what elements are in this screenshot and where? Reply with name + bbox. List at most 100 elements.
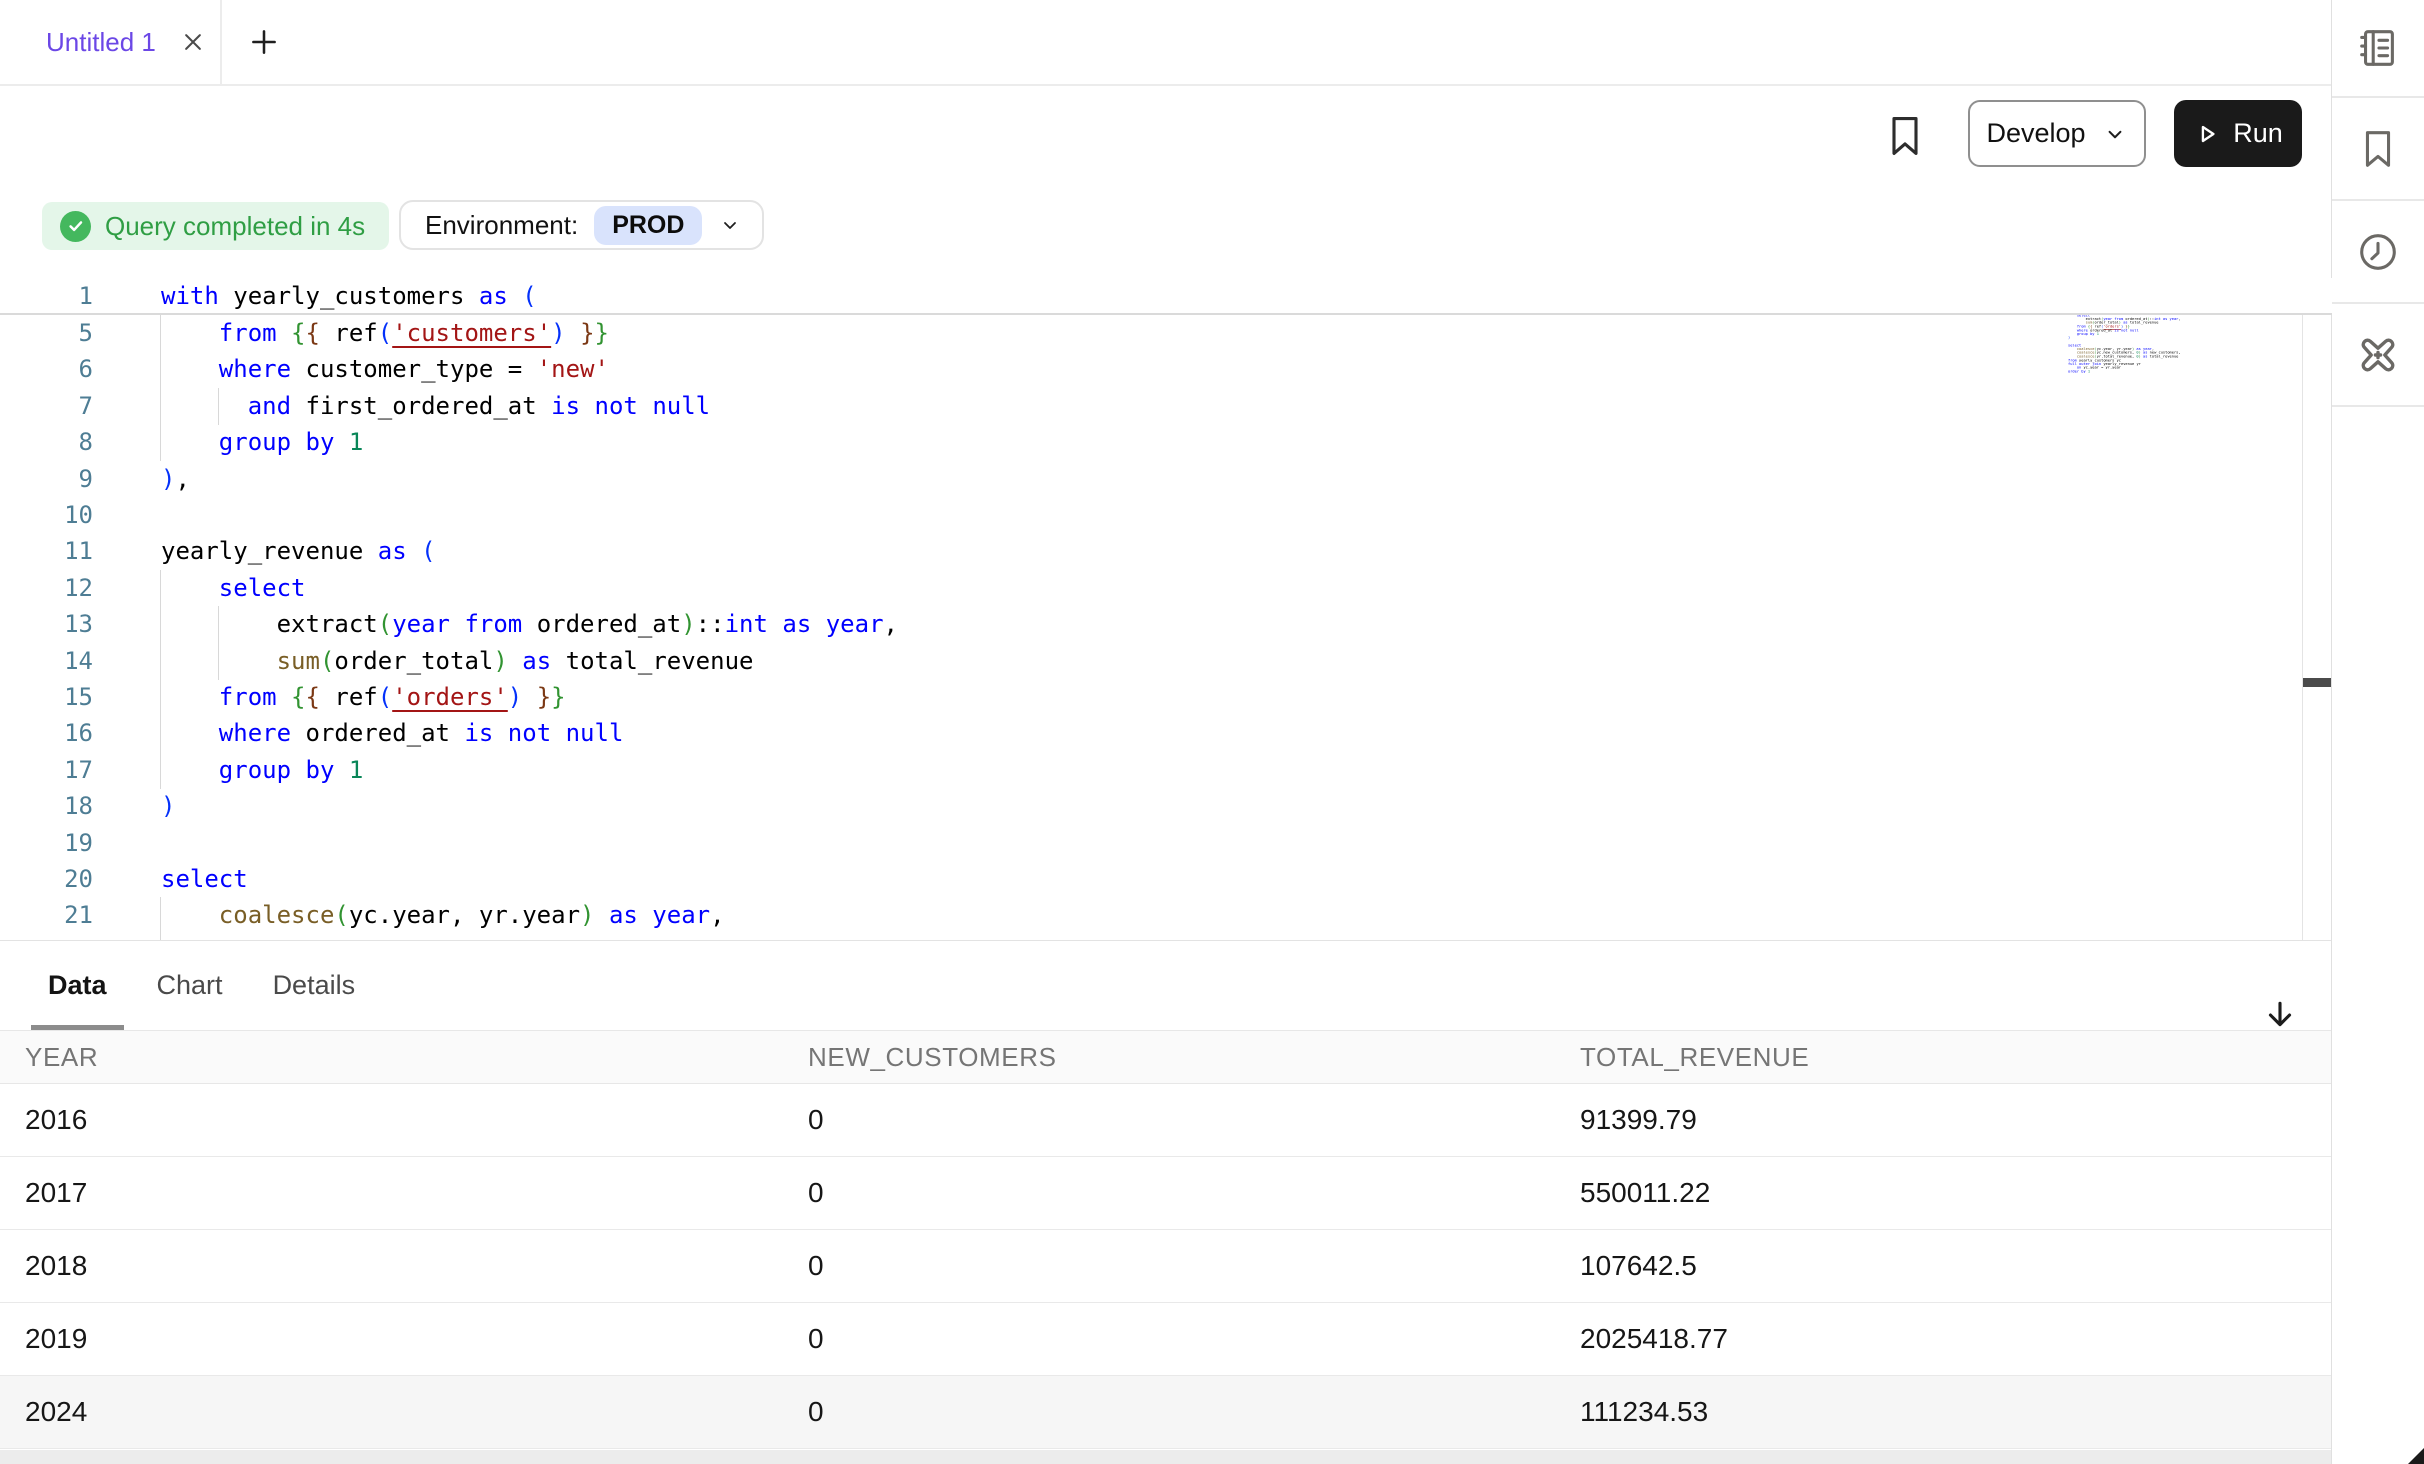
code-line[interactable]: 21 coalesce(yc.year, yr.year) as year, xyxy=(0,897,2332,934)
table-row: 2018 0 107642.5 xyxy=(0,1230,2332,1303)
chevron-down-icon xyxy=(718,213,742,237)
develop-dropdown[interactable]: Develop xyxy=(1968,100,2146,167)
bookmark-button[interactable] xyxy=(1883,112,1927,160)
tab-untitled-1[interactable]: Untitled 1 xyxy=(0,0,222,84)
tab-chart[interactable]: Chart xyxy=(157,940,223,1030)
code-line[interactable]: 16 where ordered_at is not null xyxy=(0,715,2332,752)
code-editor[interactable]: 5 from {{ ref('customers') }}6 where cus… xyxy=(0,278,2332,940)
line-number: 18 xyxy=(0,788,93,825)
sidebar-item-history[interactable] xyxy=(2332,201,2424,304)
bookmark-icon xyxy=(1883,112,1927,160)
table-cell: 0 xyxy=(808,1157,824,1229)
environment-label: Environment: xyxy=(425,210,578,241)
new-tab-button[interactable] xyxy=(232,0,296,84)
code-line[interactable]: 20select xyxy=(0,861,2332,898)
code-line[interactable]: 7 and first_ordered_at is not null xyxy=(0,388,2332,425)
tab-data[interactable]: Data xyxy=(48,940,107,1030)
column-header: TOTAL_REVENUE xyxy=(1580,1031,1809,1084)
scrollbar-cursor-marker xyxy=(2303,678,2332,687)
app-window: Untitled 1 Develop xyxy=(0,0,2424,1464)
code-line[interactable]: 15 from {{ ref('orders') }} xyxy=(0,679,2332,716)
code-line[interactable]: 5 from {{ ref('customers') }} xyxy=(0,315,2332,352)
code-line[interactable]: 13 extract(year from ordered_at)::int as… xyxy=(0,606,2332,643)
main-panel: Untitled 1 Develop xyxy=(0,0,2332,1464)
line-number: 9 xyxy=(0,461,93,498)
plus-icon xyxy=(247,25,281,59)
line-number: 6 xyxy=(0,351,93,388)
table-cell: 0 xyxy=(808,1303,824,1375)
code-line[interactable]: 6 where customer_type = 'new' xyxy=(0,351,2332,388)
table-cell: 107642.5 xyxy=(1580,1230,1697,1302)
code-line[interactable]: 12 select xyxy=(0,570,2332,607)
table-row: 2019 0 2025418.77 xyxy=(0,1303,2332,1376)
table-cell: 0 xyxy=(808,1230,824,1302)
code-line[interactable]: 18) xyxy=(0,788,2332,825)
table-cell: 2016 xyxy=(25,1084,87,1156)
bookmark-icon xyxy=(2355,126,2401,172)
line-number: 12 xyxy=(0,570,93,607)
code-line[interactable]: 9), xyxy=(0,461,2332,498)
code-line[interactable]: 10 xyxy=(0,497,2332,534)
column-header: YEAR xyxy=(25,1031,98,1084)
tab-label: Untitled 1 xyxy=(46,27,156,58)
code-line[interactable]: 17 group by 1 xyxy=(0,752,2332,789)
table-cell: 91399.79 xyxy=(1580,1084,1697,1156)
line-number: 20 xyxy=(0,861,93,898)
develop-label: Develop xyxy=(1986,118,2085,149)
chevron-down-icon xyxy=(2102,121,2128,147)
line-number: 13 xyxy=(0,606,93,643)
table-cell: 111234.53 xyxy=(1580,1376,1708,1448)
line-number: 7 xyxy=(0,388,93,425)
tab-details[interactable]: Details xyxy=(273,940,356,1030)
table-cell: 2017 xyxy=(25,1157,87,1229)
right-sidebar xyxy=(2332,0,2424,1464)
query-status-text: Query completed in 4s xyxy=(105,211,365,242)
line-number: 11 xyxy=(0,533,93,570)
run-label: Run xyxy=(2233,118,2283,149)
query-status-badge: Query completed in 4s xyxy=(42,202,389,250)
line-number: 10 xyxy=(0,497,93,534)
run-button[interactable]: Run xyxy=(2174,100,2302,167)
table-cell: 2019 xyxy=(25,1303,87,1375)
table-row: 2016 0 91399.79 xyxy=(0,1084,2332,1157)
table-cell: 0 xyxy=(808,1376,824,1448)
environment-value-chip: PROD xyxy=(594,206,702,245)
table-cell: 550011.22 xyxy=(1580,1157,1710,1229)
code-line[interactable]: 14 sum(order_total) as total_revenue xyxy=(0,643,2332,680)
line-number: 5 xyxy=(0,315,93,352)
line-number: 15 xyxy=(0,679,93,716)
table-cell: 2025418.77 xyxy=(1580,1303,1728,1375)
code-line[interactable]: 11yearly_revenue as ( xyxy=(0,533,2332,570)
play-icon xyxy=(2193,120,2221,148)
sidebar-item-lineage[interactable] xyxy=(2332,304,2424,407)
line-number: 14 xyxy=(0,643,93,680)
line-number: 16 xyxy=(0,715,93,752)
environment-selector[interactable]: Environment: PROD xyxy=(399,200,764,250)
editor-scrollbar[interactable] xyxy=(2302,278,2332,940)
table-cell: 2018 xyxy=(25,1230,87,1302)
table-cell: 2024 xyxy=(25,1376,87,1448)
sidebar-item-notebook[interactable] xyxy=(2332,0,2424,98)
results-tab-bar: Data Chart Details xyxy=(48,940,355,1030)
table-row: 2024 0 111234.53 xyxy=(0,1376,2332,1449)
sticky-scroll-line[interactable]: 1with yearly_customers as ( xyxy=(0,278,2332,315)
code-line[interactable]: 19 xyxy=(0,825,2332,862)
editor-minimap[interactable]: with yearly_customers as ( select extrac… xyxy=(2068,278,2268,832)
lineage-icon xyxy=(2354,331,2402,379)
sidebar-item-bookmarks[interactable] xyxy=(2332,98,2424,201)
table-cell: 0 xyxy=(808,1084,824,1156)
table-header-row: YEAR NEW_CUSTOMERS TOTAL_REVENUE xyxy=(0,1030,2332,1084)
line-number: 21 xyxy=(0,897,93,934)
close-icon[interactable] xyxy=(178,27,208,57)
check-circle-icon xyxy=(60,211,91,242)
code-line[interactable]: 8 group by 1 xyxy=(0,424,2332,461)
table-row: 2017 0 550011.22 xyxy=(0,1157,2332,1230)
line-number: 19 xyxy=(0,825,93,862)
notebook-icon xyxy=(2355,25,2401,71)
history-icon xyxy=(2355,229,2401,275)
table-scroll-strip[interactable] xyxy=(0,1450,2332,1464)
column-header: NEW_CUSTOMERS xyxy=(808,1031,1057,1084)
table-body: 2016 0 91399.79 2017 0 550011.22 2018 0 107642.5… xyxy=(0,1084,2332,1449)
line-number: 8 xyxy=(0,424,93,461)
line-number: 17 xyxy=(0,752,93,789)
